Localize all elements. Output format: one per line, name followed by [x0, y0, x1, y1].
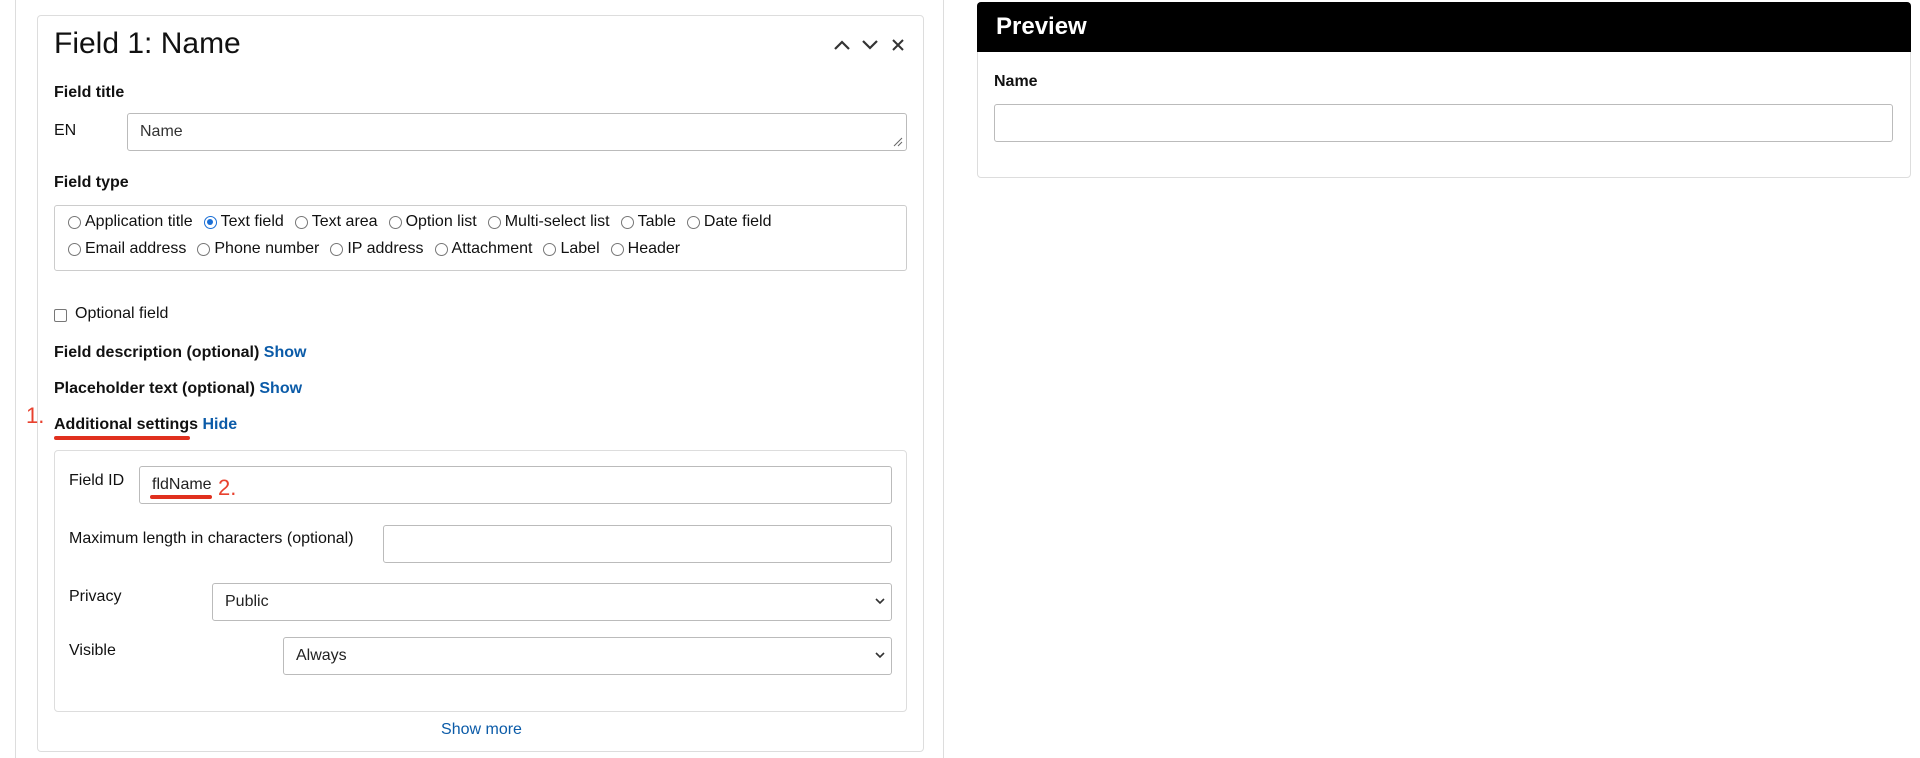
preview-name-input[interactable]: [994, 104, 1893, 142]
visible-label: Visible: [69, 642, 116, 659]
field-title-label: Field title: [54, 84, 125, 101]
field-type-option-label: Date field: [703, 213, 772, 230]
max-length-input[interactable]: [383, 525, 892, 563]
field-type-option-date-field[interactable]: Date field: [686, 213, 772, 231]
field-type-option-multi-select-list[interactable]: Multi-select list: [487, 213, 610, 231]
annotation-underline-2: [150, 495, 212, 499]
preview-field-label: Name: [994, 73, 1038, 90]
radio-button[interactable]: [68, 215, 81, 229]
field-type-option-text-field[interactable]: Text field: [203, 213, 284, 231]
privacy-label: Privacy: [69, 588, 122, 605]
radio-button[interactable]: [487, 215, 501, 229]
field-type-option-label: Option list: [405, 213, 477, 230]
close-icon: [892, 39, 904, 51]
visible-select[interactable]: Always: [283, 637, 892, 675]
field-type-option-table[interactable]: Table: [620, 213, 676, 231]
field-card-controls: [831, 34, 909, 56]
radio-button[interactable]: [610, 242, 624, 256]
move-up-button[interactable]: [831, 34, 853, 56]
language-label: EN: [54, 122, 77, 139]
field-type-option-label: Phone number: [214, 240, 320, 257]
field-type-option-application-title[interactable]: Application title: [68, 213, 193, 231]
resize-grip-icon[interactable]: [893, 137, 903, 147]
field-type-label: Field type: [54, 174, 129, 191]
radio-button[interactable]: [197, 242, 211, 256]
radio-button[interactable]: [434, 242, 448, 256]
visible-value: Always: [296, 647, 347, 664]
additional-settings-row: Additional settings Hide: [54, 416, 237, 434]
radio-button[interactable]: [620, 215, 634, 229]
field-id-value: fldName: [152, 476, 212, 493]
field-type-option-label[interactable]: Label: [543, 240, 600, 258]
field-id-input[interactable]: fldName: [139, 466, 892, 504]
radio-button[interactable]: [294, 215, 308, 229]
radio-button[interactable]: [543, 242, 557, 256]
placeholder-text-label: Placeholder text (optional): [54, 380, 255, 397]
show-more-link[interactable]: Show more: [38, 721, 925, 739]
field-type-option-label: Header: [627, 240, 681, 257]
additional-settings-panel: Field ID fldName 2. Maximum length in ch…: [54, 450, 907, 712]
field-description-row: Field description (optional) Show: [54, 344, 306, 362]
annotation-marker-2: 2.: [218, 475, 237, 500]
field-type-option-attachment[interactable]: Attachment: [434, 240, 533, 258]
chevron-down-icon: [875, 652, 885, 659]
field-description-label: Field description (optional): [54, 344, 260, 361]
field-type-option-label: Application title: [85, 213, 193, 230]
field-card-title: Field 1: Name: [54, 27, 241, 60]
field-type-row-1: Application title Text field Text area Opti…: [68, 213, 782, 231]
radio-button[interactable]: [203, 215, 217, 229]
field-type-group: Application title Text field Text area Opti…: [54, 205, 907, 271]
privacy-select[interactable]: Public: [212, 583, 892, 621]
field-card: Field 1: Name Field title EN Name Field …: [37, 15, 924, 752]
field-type-option-label: Text area: [311, 213, 378, 230]
move-down-button[interactable]: [859, 34, 881, 56]
additional-settings-hide-link[interactable]: Hide: [202, 416, 237, 433]
field-type-option-label: IP address: [347, 240, 424, 257]
additional-settings-label: Additional settings: [54, 416, 198, 433]
field-type-option-label: Multi-select list: [504, 213, 610, 230]
annotation-marker-1: 1.: [26, 403, 45, 428]
field-description-show-link[interactable]: Show: [264, 344, 307, 361]
chevron-down-icon: [875, 598, 885, 605]
remove-field-button[interactable]: [887, 34, 909, 56]
field-type-option-ip-address[interactable]: IP address: [330, 240, 424, 258]
privacy-value: Public: [225, 593, 269, 610]
preview-panel: Preview Name: [977, 2, 1911, 178]
field-title-input[interactable]: Name: [127, 113, 907, 151]
placeholder-text-show-link[interactable]: Show: [259, 380, 302, 397]
field-type-option-text-area[interactable]: Text area: [294, 213, 378, 231]
placeholder-text-row: Placeholder text (optional) Show: [54, 380, 302, 398]
preview-header: Preview: [977, 2, 1911, 52]
field-type-option-label: Email address: [85, 240, 187, 257]
field-type-option-label: Attachment: [451, 240, 533, 257]
field-id-label: Field ID: [69, 472, 125, 489]
radio-button[interactable]: [686, 215, 700, 229]
optional-field-checkbox[interactable]: [54, 309, 67, 322]
radio-button[interactable]: [68, 242, 81, 256]
field-type-option-option-list[interactable]: Option list: [388, 213, 477, 231]
field-type-row-2: Email address Phone number IP address Attac…: [68, 240, 691, 258]
field-type-option-label: Text field: [220, 213, 284, 230]
annotation-underline-1: [54, 436, 190, 440]
field-title-value: Name: [140, 123, 183, 140]
field-type-option-header[interactable]: Header: [610, 240, 681, 258]
field-type-option-email-address[interactable]: Email address: [68, 240, 186, 258]
chevron-up-icon: [834, 40, 850, 50]
max-length-label: Maximum length in characters (optional): [69, 530, 354, 547]
optional-field-label: Optional field: [75, 305, 169, 322]
field-type-option-phone-number[interactable]: Phone number: [197, 240, 319, 258]
radio-button[interactable]: [330, 242, 344, 256]
field-type-option-label: Label: [560, 240, 600, 257]
field-type-option-label: Table: [637, 213, 676, 230]
chevron-down-icon: [862, 40, 878, 50]
radio-button[interactable]: [388, 215, 402, 229]
